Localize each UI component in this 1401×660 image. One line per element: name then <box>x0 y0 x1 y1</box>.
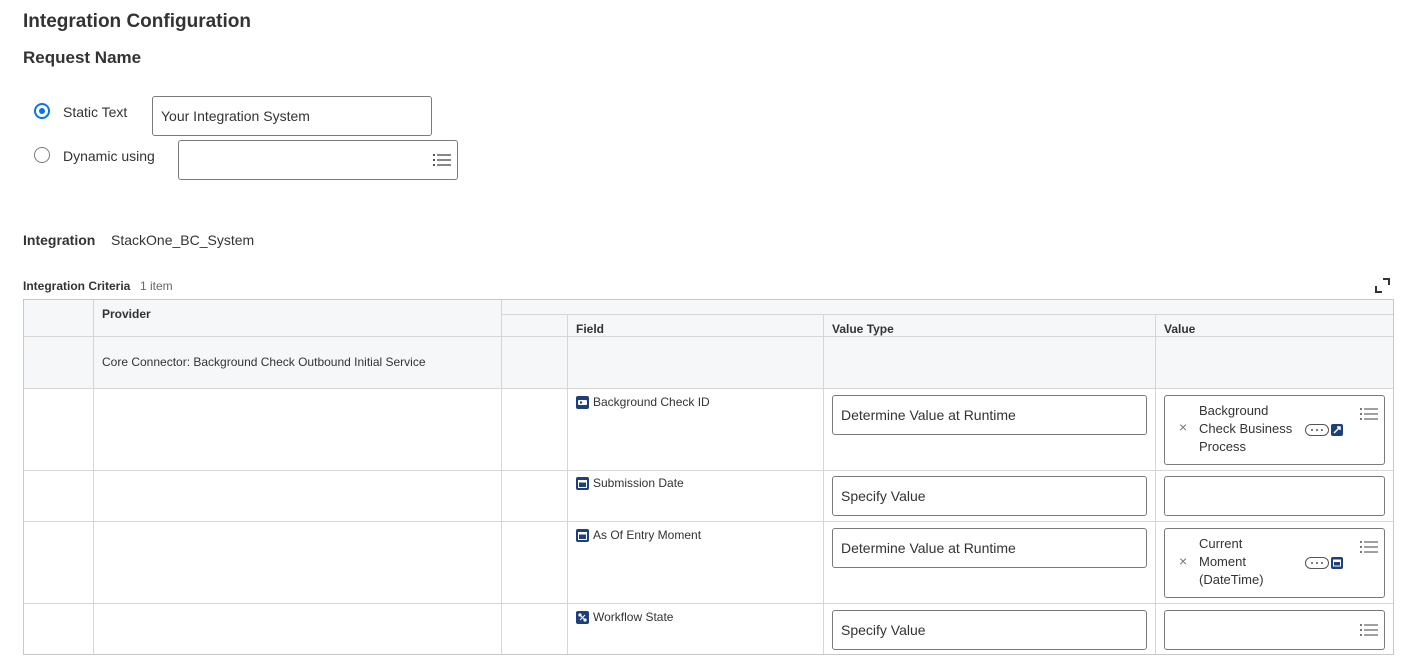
value-prompt[interactable]: × Background Check Business Process <box>1164 395 1385 465</box>
prompt-list-icon[interactable] <box>433 153 451 167</box>
business-process-icon <box>1331 424 1343 436</box>
remove-icon[interactable]: × <box>1179 419 1187 435</box>
prompt-list-icon[interactable] <box>1360 540 1378 554</box>
criteria-title: Integration Criteria <box>23 279 131 293</box>
prompt-list-icon[interactable] <box>1360 623 1378 637</box>
calendar-icon <box>576 529 589 542</box>
calendar-icon <box>576 477 589 490</box>
id-icon <box>576 396 589 409</box>
value-type-text: Determine Value at Runtime <box>841 540 1016 556</box>
expand-icon[interactable] <box>1375 278 1390 293</box>
prompt-list-icon[interactable] <box>1360 407 1378 421</box>
workflow-icon <box>576 611 589 624</box>
static-text-value: Your Integration System <box>161 108 310 124</box>
related-actions-icon[interactable] <box>1305 424 1329 436</box>
criteria-grid: Provider Field Value Type Value Core Con… <box>23 299 1394 655</box>
dynamic-using-radio[interactable] <box>34 147 50 163</box>
calendar-icon <box>1331 557 1343 569</box>
value-type-input[interactable]: Determine Value at Runtime <box>832 395 1147 435</box>
value-chip[interactable]: Background Check Business Process <box>1199 402 1292 456</box>
integration-label: Integration <box>23 232 96 248</box>
provider-name: Core Connector: Background Check Outboun… <box>102 355 426 369</box>
static-text-radio[interactable] <box>34 103 50 119</box>
section-title-request-name: Request Name <box>23 48 142 67</box>
value-type-input[interactable]: Specify Value <box>832 476 1147 516</box>
integration-value: StackOne_BC_System <box>111 232 255 248</box>
dynamic-using-label: Dynamic using <box>63 148 155 164</box>
dynamic-using-prompt[interactable] <box>178 140 458 180</box>
value-type-input[interactable]: Specify Value <box>832 610 1147 650</box>
criteria-count: 1 item <box>140 279 173 293</box>
value-prompt[interactable]: × Current Moment (DateTime) <box>1164 528 1385 598</box>
value-type-input[interactable]: Determine Value at Runtime <box>832 528 1147 568</box>
value-type-text: Determine Value at Runtime <box>841 407 1016 423</box>
static-text-label: Static Text <box>63 104 128 120</box>
field-name: Submission Date <box>593 476 684 490</box>
col-header-value: Value <box>1164 322 1196 336</box>
static-text-input[interactable]: Your Integration System <box>152 96 432 136</box>
col-header-provider: Provider <box>102 307 151 321</box>
value-type-text: Specify Value <box>841 488 926 504</box>
page-title: Integration Configuration <box>23 11 251 32</box>
col-header-value-type: Value Type <box>832 322 894 336</box>
value-date-input[interactable] <box>1164 476 1385 516</box>
value-chip[interactable]: Current Moment (DateTime) <box>1199 535 1264 589</box>
value-prompt[interactable] <box>1164 610 1385 650</box>
remove-icon[interactable]: × <box>1179 553 1187 569</box>
related-actions-icon[interactable] <box>1305 557 1329 569</box>
field-name: Workflow State <box>593 610 674 624</box>
value-type-text: Specify Value <box>841 622 926 638</box>
field-name: As Of Entry Moment <box>593 528 702 542</box>
field-name: Background Check ID <box>593 395 710 409</box>
col-header-field: Field <box>576 322 605 336</box>
